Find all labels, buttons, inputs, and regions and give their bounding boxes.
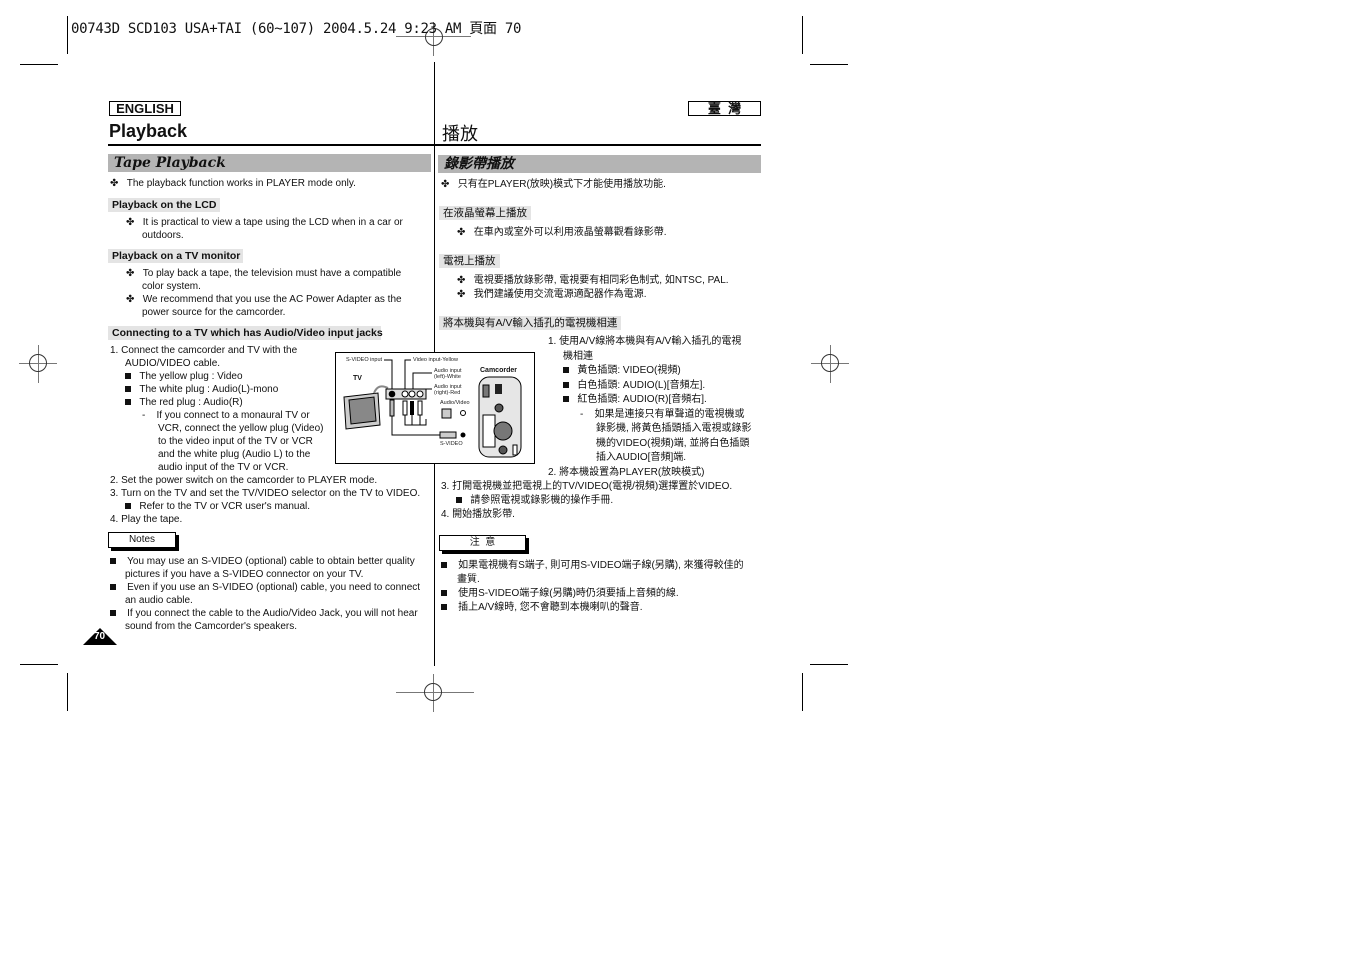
camcorder-icon — [478, 376, 522, 458]
crop-mark — [810, 64, 848, 65]
page-title-zh: 播放 — [442, 124, 478, 144]
cross-bullet-icon: ✤ — [457, 275, 466, 286]
subheading-lcd-zh: 在液晶螢幕上播放 — [439, 206, 531, 220]
tv-bullets-zh: ✤ 電視要播放錄影帶, 電視要有相同彩色制式, 如NTSC, PAL. ✤ 我們… — [457, 275, 729, 300]
square-bullet-icon — [125, 503, 131, 509]
square-bullet-icon — [563, 367, 569, 373]
square-bullet-icon — [441, 562, 447, 568]
diagram-illustration — [343, 359, 522, 458]
language-badge-taiwan: 臺 灣 — [688, 101, 761, 116]
connect-steps-zh-cont: 3. 打開電視機並把電視上的TV/VIDEO(電視/視頻)選擇置於VIDEO. … — [441, 481, 733, 520]
language-badge-english: ENGLISH — [109, 101, 181, 116]
cross-bullet-icon: ✤ — [126, 294, 135, 305]
notes-list-zh: 如果電視機有S端子, 則可用S-VIDEO端子線(另購), 來獲得較佳的 畫質.… — [441, 559, 744, 615]
crop-mark — [67, 16, 68, 54]
notes-label: Notes — [108, 532, 176, 548]
crop-mark — [802, 16, 803, 54]
cross-bullet-icon: ✤ — [457, 289, 466, 300]
square-bullet-icon — [456, 497, 462, 503]
crop-mark — [67, 673, 68, 711]
intro-line: ✤ The playback function works in PLAYER … — [110, 178, 356, 189]
notes-label-zh: 注 意 — [439, 535, 526, 551]
title-rule — [108, 144, 761, 146]
cross-bullet-icon: ✤ — [126, 268, 135, 279]
crop-mark — [802, 673, 803, 711]
notes-list: You may use an S-VIDEO (optional) cable … — [110, 555, 420, 633]
square-bullet-icon — [125, 399, 131, 405]
square-bullet-icon — [110, 610, 116, 616]
subheading-tv-zh: 電視上播放 — [439, 254, 500, 268]
tv-bullets: ✤ To play back a tape, the television mu… — [126, 268, 402, 318]
page-number: 70 — [94, 631, 106, 642]
lcd-bullet: ✤ It is practical to view a tape using t… — [126, 217, 403, 241]
intro-line-zh: ✤ 只有在PLAYER(放映)模式下才能使用播放功能. — [441, 179, 666, 190]
crop-mark — [20, 664, 58, 665]
square-bullet-icon — [110, 584, 116, 590]
page-title: Playback — [109, 121, 188, 141]
subheading-tv-monitor: Playback on a TV monitor — [108, 249, 243, 263]
subheading-connecting-zh: 將本機與有A/V輸入插孔的電視機相連 — [439, 316, 622, 330]
square-bullet-icon — [441, 604, 447, 610]
section-bar-tape-playback-zh: 錄影帶播放 — [438, 155, 761, 173]
square-bullet-icon — [110, 558, 116, 564]
connect-steps-zh: 1. 使用A/V線將本機與有A/V輸入插孔的電視 機相連 黃色插頭: VIDEO… — [548, 336, 752, 478]
tv-icon — [343, 385, 389, 430]
square-bullet-icon — [563, 381, 569, 388]
section-title: Tape Playback — [114, 155, 226, 171]
cross-bullet-icon: ✤ — [457, 227, 466, 238]
connection-diagram: S-VIDEO input Video input-Yellow Audio i… — [335, 352, 535, 464]
subheading-connecting: Connecting to a TV which has Audio/Video… — [108, 326, 383, 340]
square-bullet-icon — [441, 590, 447, 596]
subheading-lcd: Playback on the LCD — [108, 198, 221, 212]
cross-bullet-icon: ✤ — [441, 179, 450, 190]
lcd-bullet-zh: ✤ 在車內或室外可以利用液晶螢幕觀看錄影帶. — [457, 227, 667, 238]
square-bullet-icon — [125, 373, 131, 379]
cross-bullet-icon: ✤ — [126, 217, 135, 228]
section-title-zh: 錄影帶播放 — [444, 156, 514, 172]
section-bar-tape-playback: Tape Playback — [108, 154, 431, 172]
crop-mark — [20, 64, 58, 65]
square-bullet-icon — [563, 396, 569, 402]
print-header: 00743D SCD103 USA+TAI (60~107) 2004.5.24… — [71, 21, 522, 37]
square-bullet-icon — [125, 386, 131, 392]
crop-mark — [810, 664, 848, 665]
cross-bullet-icon: ✤ — [110, 178, 119, 189]
